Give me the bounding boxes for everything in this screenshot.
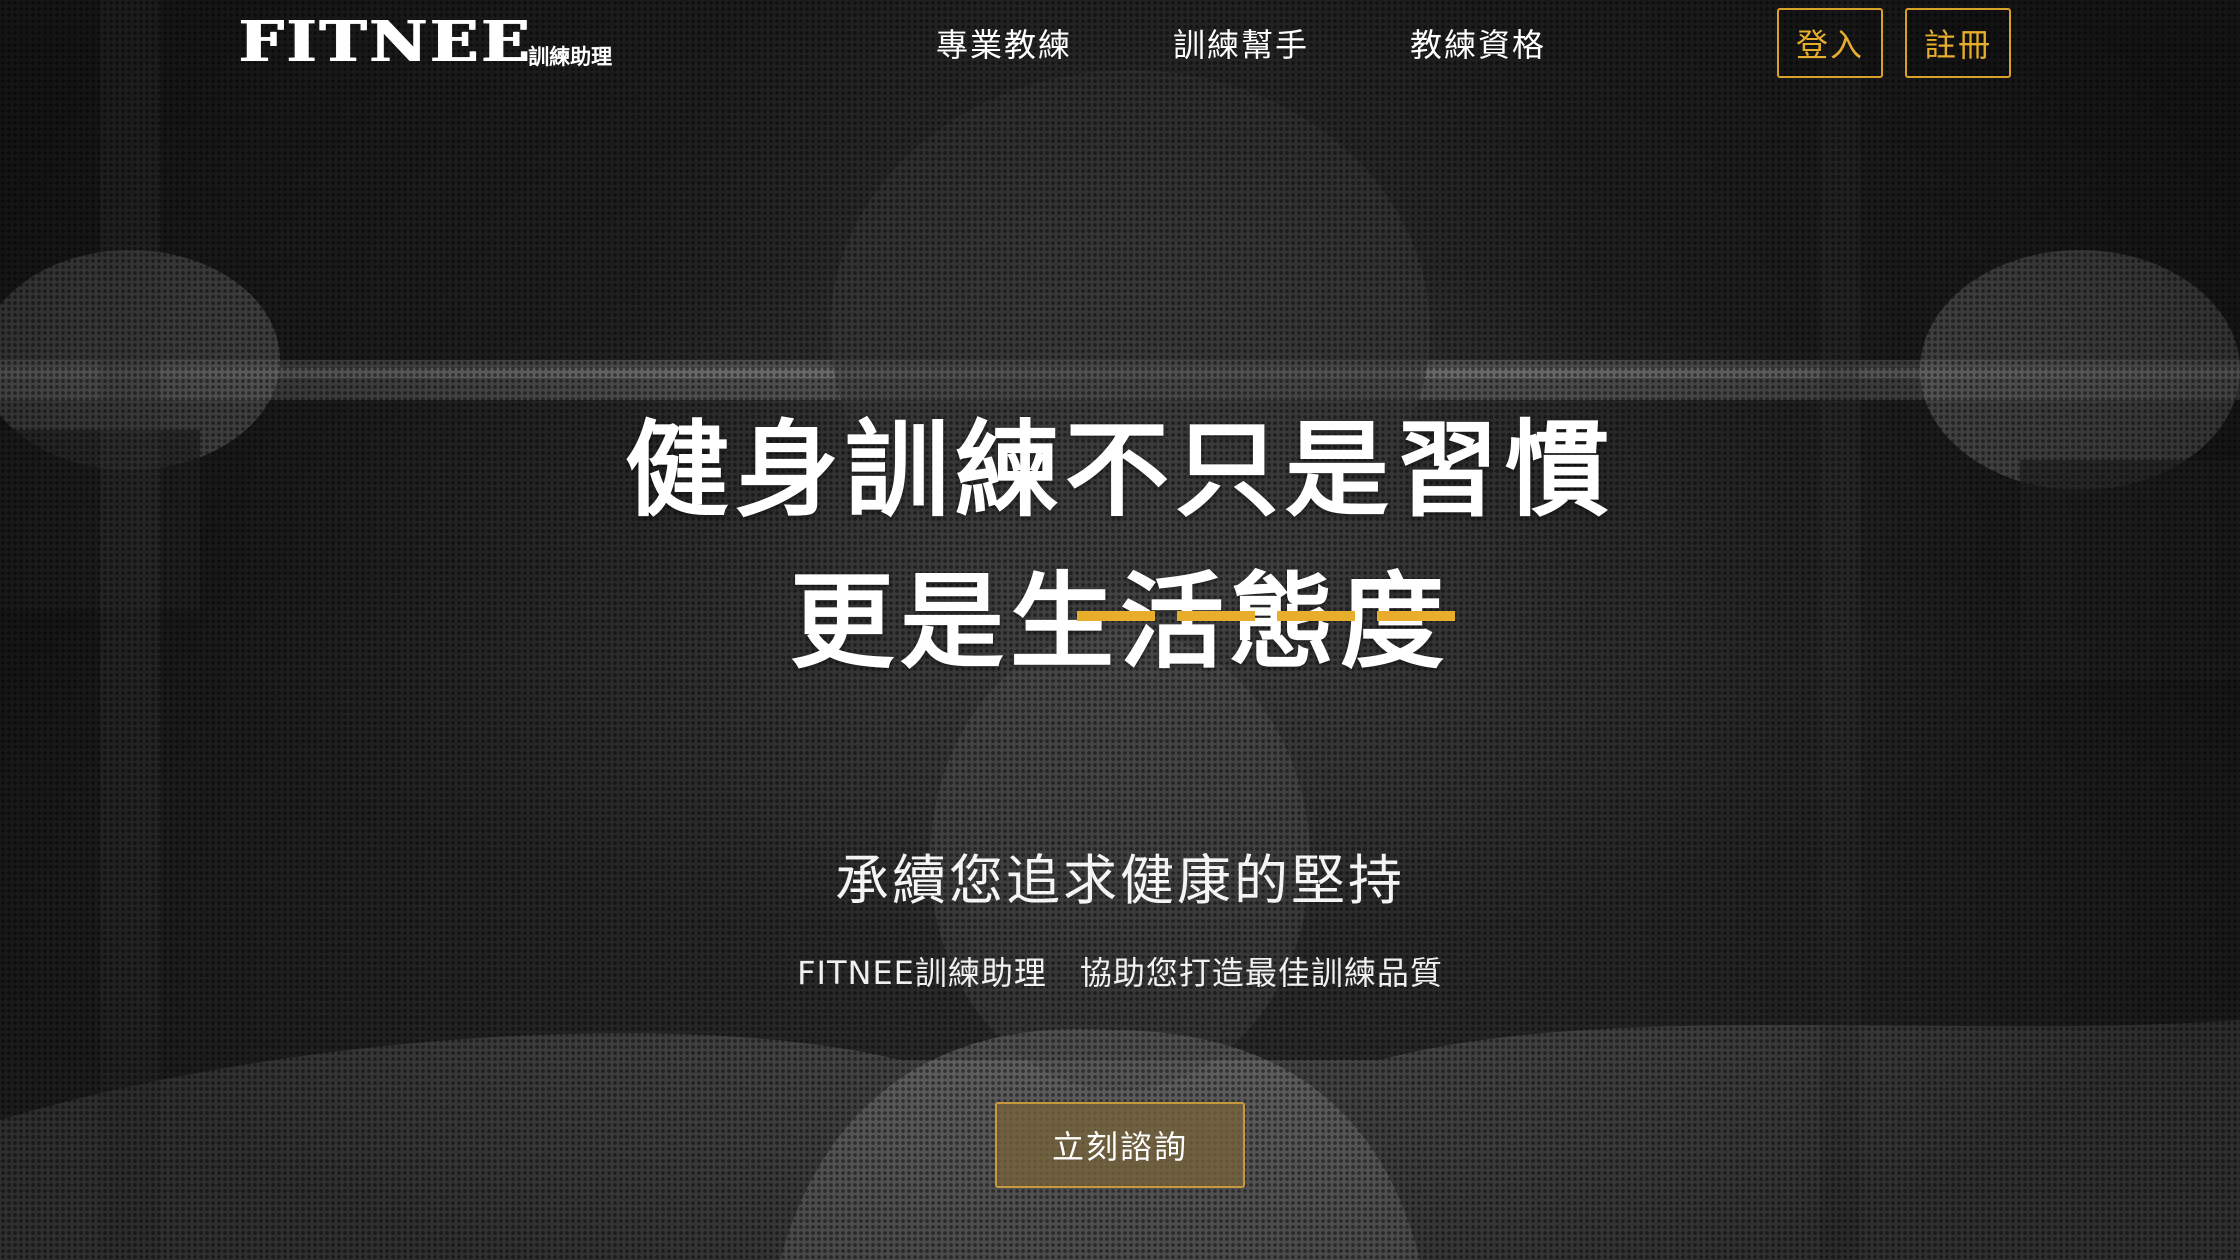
headline-accent-underline: [1077, 611, 1455, 621]
nav-item-training-helper[interactable]: 訓練幫手: [1173, 20, 1309, 70]
accent-dash: [1277, 611, 1355, 621]
accent-dash: [1177, 611, 1255, 621]
accent-dash: [1377, 611, 1455, 621]
site-header: FITNEE 訓練助理 專業教練 訓練幫手 教練資格 登入 註冊: [0, 0, 2240, 90]
main-nav: 專業教練 訓練幫手 教練資格: [936, 20, 1546, 70]
hero-headline-line1: 健身訓練不只是習慣: [624, 408, 1615, 531]
nav-item-coach-qualification[interactable]: 教練資格: [1410, 20, 1546, 70]
hero-headline-line2: 更是生活態度: [789, 560, 1450, 683]
accent-dash: [1077, 611, 1155, 621]
brand-logo-link[interactable]: FITNEE 訓練助理: [238, 14, 612, 70]
landing-page: FITNEE 訓練助理 專業教練 訓練幫手 教練資格 登入 註冊 健身訓練不只是…: [0, 0, 2240, 1260]
login-button[interactable]: 登入: [1777, 8, 1883, 78]
signup-button[interactable]: 註冊: [1905, 8, 2011, 78]
fitnee-wordmark-logo: FITNEE: [238, 9, 532, 75]
nav-item-professional-coaches[interactable]: 專業教練: [936, 20, 1072, 70]
hero-description: FITNEE訓練助理 協助您打造最佳訓練品質: [797, 954, 1443, 992]
logo-subtitle: 訓練助理: [528, 45, 613, 69]
consult-now-button[interactable]: 立刻諮詢: [995, 1102, 1245, 1188]
hero-tagline: 承續您追求健康的堅持: [835, 849, 1405, 912]
auth-buttons: 登入 註冊: [1777, 8, 2011, 78]
